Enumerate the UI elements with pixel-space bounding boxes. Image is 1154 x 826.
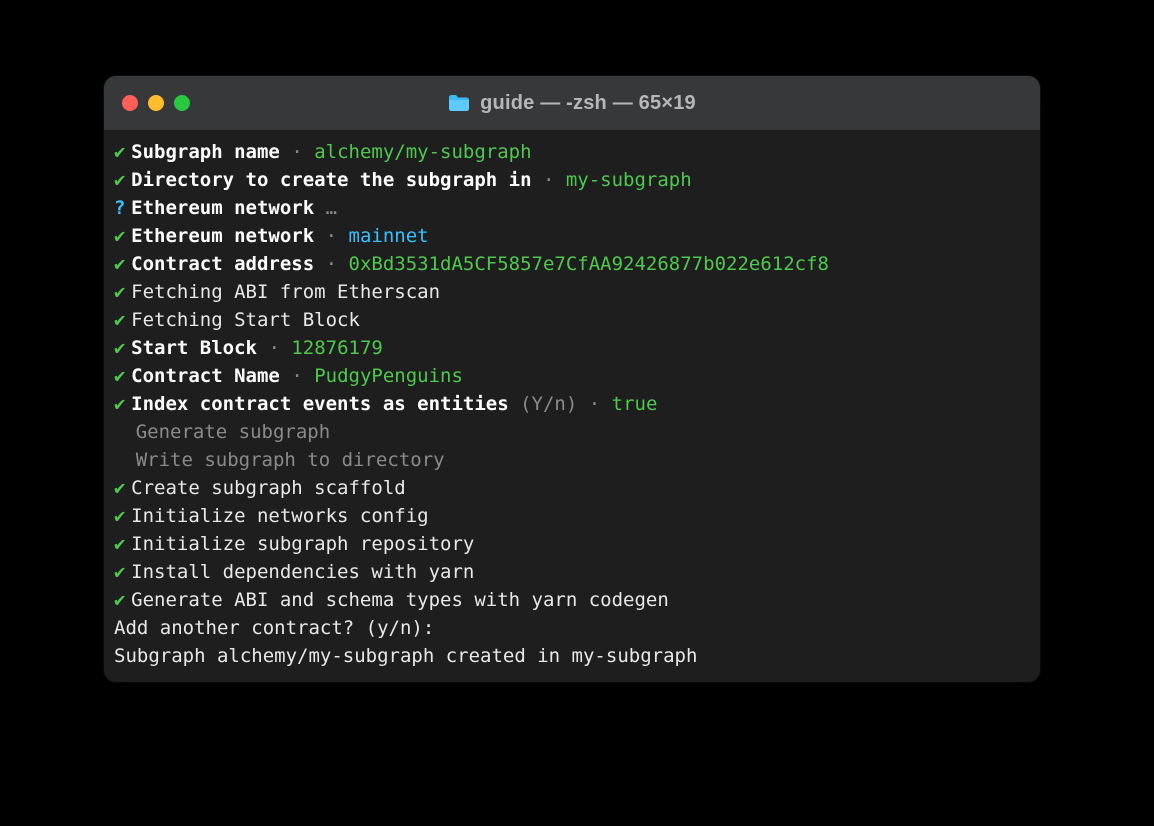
text-created-msg: Subgraph alchemy/my-subgraph created in … — [114, 645, 697, 667]
line-index-events: ✔Index contract events as entities (Y/n)… — [114, 390, 1030, 418]
value-subgraph-name: alchemy/my-subgraph — [314, 141, 531, 163]
line-created-msg: Subgraph alchemy/my-subgraph created in … — [114, 642, 1030, 670]
label-subgraph-name: Subgraph name — [131, 141, 280, 163]
separator: · — [532, 169, 566, 191]
check-icon: ✔ — [114, 558, 131, 586]
separator: · — [577, 393, 611, 415]
label-contract-address: Contract address — [131, 253, 314, 275]
line-generate-subgraph: Generate subgraph — [114, 418, 1030, 446]
check-icon: ✔ — [114, 250, 131, 278]
check-icon: ✔ — [114, 278, 131, 306]
label-contract-name: Contract Name — [131, 365, 280, 387]
label-eth-network: Ethereum network — [131, 225, 314, 247]
value-contract-address: 0xBd3531dA5CF5857e7CfAA92426877b022e612c… — [349, 253, 829, 275]
line-eth-network: ✔Ethereum network · mainnet — [114, 222, 1030, 250]
close-icon[interactable] — [122, 95, 138, 111]
check-icon: ✔ — [114, 362, 131, 390]
text-fetch-start-block: Fetching Start Block — [131, 309, 360, 331]
check-icon: ✔ — [114, 306, 131, 334]
separator: · — [280, 365, 314, 387]
check-icon: ✔ — [114, 474, 131, 502]
value-start-block: 12876179 — [291, 337, 383, 359]
question-icon: ? — [114, 194, 131, 222]
text-write-subgraph: Write subgraph to directory — [136, 449, 445, 471]
separator: · — [257, 337, 291, 359]
check-icon: ✔ — [114, 586, 131, 614]
label-eth-network-q: Ethereum network — [131, 197, 314, 219]
line-fetch-abi: ✔Fetching ABI from Etherscan — [114, 278, 1030, 306]
text-init-repo: Initialize subgraph repository — [131, 533, 474, 555]
maximize-icon[interactable] — [174, 95, 190, 111]
text-generate-subgraph: Generate subgraph — [136, 421, 330, 443]
check-icon: ✔ — [114, 138, 131, 166]
separator: · — [314, 225, 348, 247]
line-write-subgraph: Write subgraph to directory — [114, 446, 1030, 474]
ellipsis: … — [326, 197, 337, 219]
text-init-networks: Initialize networks config — [131, 505, 428, 527]
text-create-scaffold: Create subgraph scaffold — [131, 477, 406, 499]
check-icon: ✔ — [114, 502, 131, 530]
value-eth-network: mainnet — [349, 225, 429, 247]
line-contract-name: ✔Contract Name · PudgyPenguins — [114, 362, 1030, 390]
title-center: guide — -zsh — 65×19 — [104, 92, 1040, 115]
line-create-scaffold: ✔Create subgraph scaffold — [114, 474, 1030, 502]
check-icon: ✔ — [114, 222, 131, 250]
line-init-repo: ✔Initialize subgraph repository — [114, 530, 1030, 558]
separator: · — [314, 253, 348, 275]
window-title: guide — -zsh — 65×19 — [480, 92, 696, 115]
line-contract-address: ✔Contract address · 0xBd3531dA5CF5857e7C… — [114, 250, 1030, 278]
text-fetch-abi: Fetching ABI from Etherscan — [131, 281, 440, 303]
terminal-window: guide — -zsh — 65×19 ✔Subgraph name · al… — [104, 76, 1040, 682]
title-bar: guide — -zsh — 65×19 — [104, 76, 1040, 130]
separator: · — [280, 141, 314, 163]
line-generate-types: ✔Generate ABI and schema types with yarn… — [114, 586, 1030, 614]
text-install-deps: Install dependencies with yarn — [131, 561, 474, 583]
line-add-another: Add another contract? (y/n): — [114, 614, 1030, 642]
folder-icon — [448, 94, 470, 112]
line-subgraph-name: ✔Subgraph name · alchemy/my-subgraph — [114, 138, 1030, 166]
terminal-body[interactable]: ✔Subgraph name · alchemy/my-subgraph ✔Di… — [104, 130, 1040, 682]
value-contract-name: PudgyPenguins — [314, 365, 463, 387]
check-icon: ✔ — [114, 530, 131, 558]
line-start-block: ✔Start Block · 12876179 — [114, 334, 1030, 362]
line-init-networks: ✔Initialize networks config — [114, 502, 1030, 530]
label-start-block: Start Block — [131, 337, 257, 359]
traffic-lights — [122, 95, 190, 111]
line-install-deps: ✔Install dependencies with yarn — [114, 558, 1030, 586]
text-generate-types: Generate ABI and schema types with yarn … — [131, 589, 669, 611]
value-directory: my-subgraph — [566, 169, 692, 191]
line-eth-network-question: ?Ethereum network … — [114, 194, 1030, 222]
value-index-events: true — [612, 393, 658, 415]
check-icon: ✔ — [114, 390, 131, 418]
check-icon: ✔ — [114, 334, 131, 362]
minimize-icon[interactable] — [148, 95, 164, 111]
check-icon: ✔ — [114, 166, 131, 194]
line-directory: ✔Directory to create the subgraph in · m… — [114, 166, 1030, 194]
hint-index-events: (Y/n) — [520, 393, 577, 415]
line-fetch-start-block: ✔Fetching Start Block — [114, 306, 1030, 334]
label-index-events: Index contract events as entities — [131, 393, 509, 415]
label-directory: Directory to create the subgraph in — [131, 169, 531, 191]
text-add-another: Add another contract? (y/n): — [114, 617, 434, 639]
